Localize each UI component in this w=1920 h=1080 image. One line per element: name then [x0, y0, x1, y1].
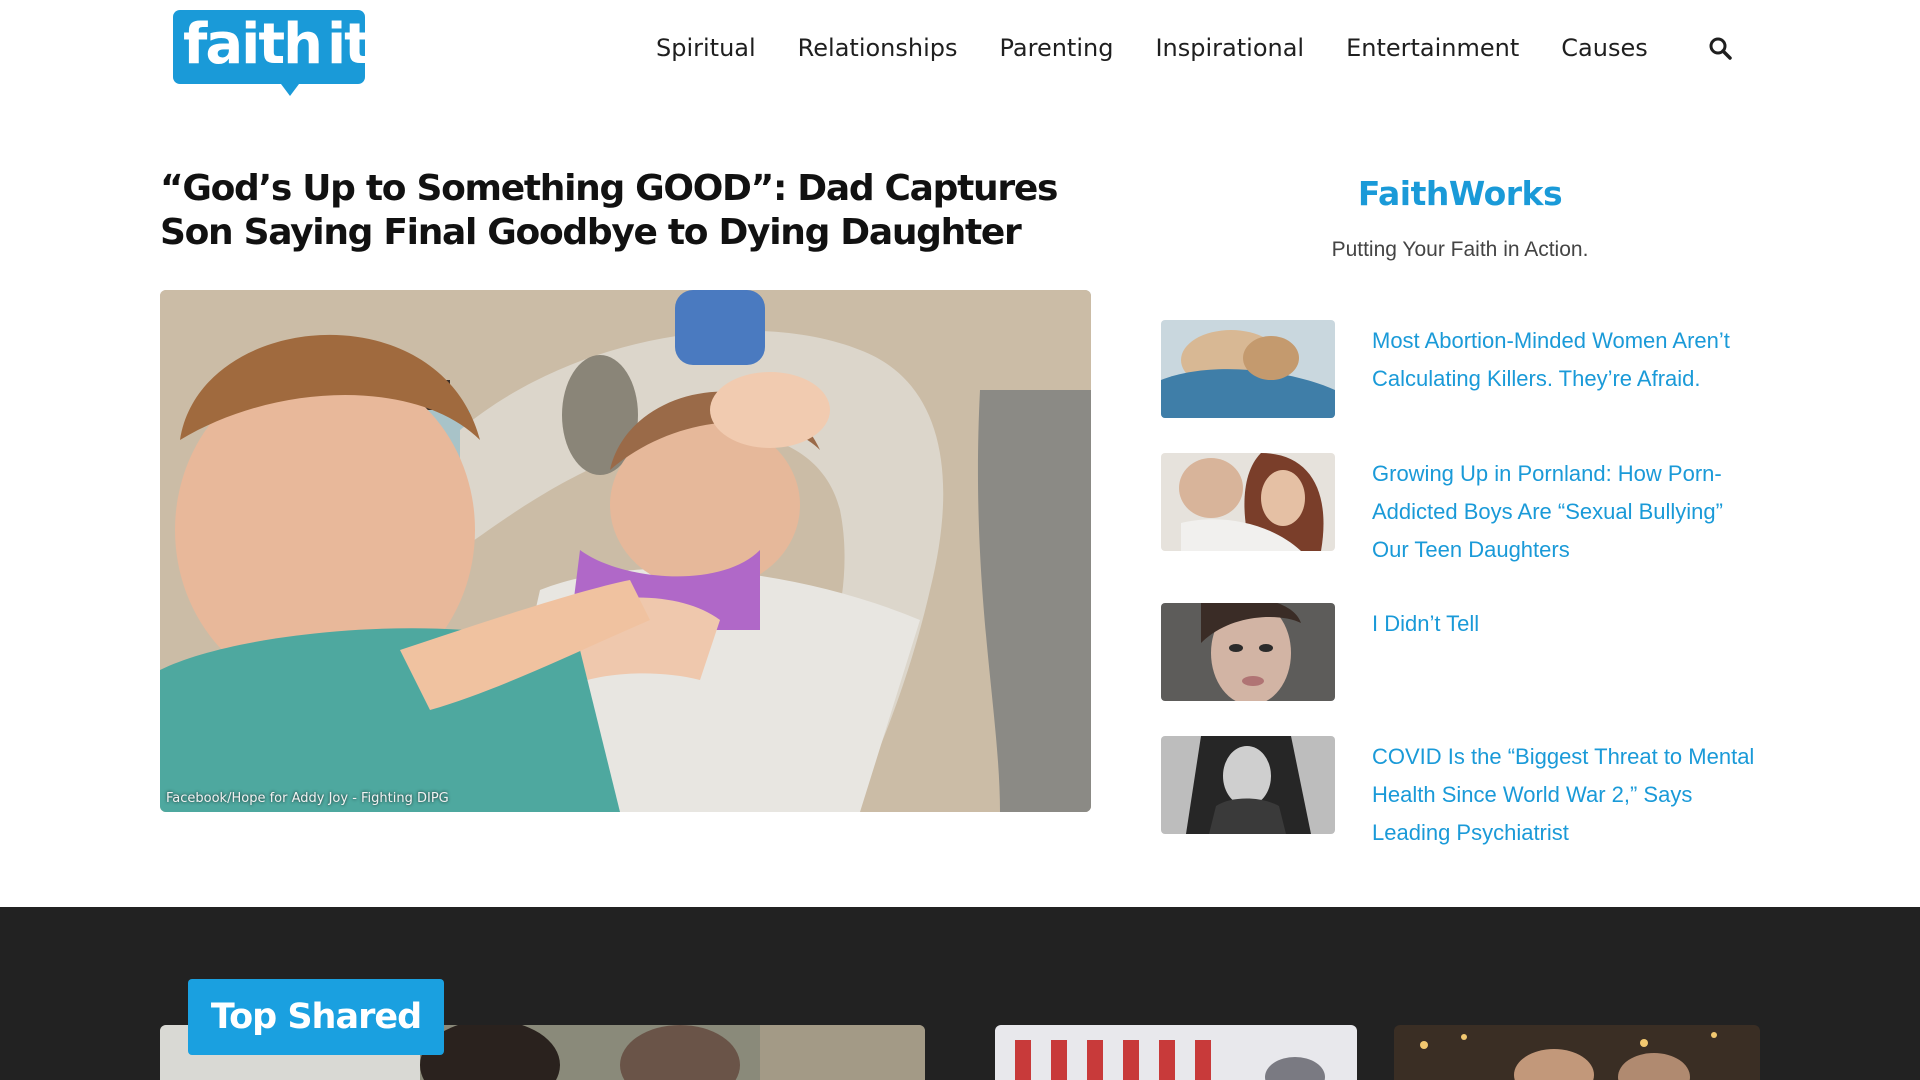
sidebar-article-link[interactable]: I Didn’t Tell	[1372, 605, 1762, 643]
nav-spiritual[interactable]: Spiritual	[656, 34, 756, 62]
nav-causes[interactable]: Causes	[1561, 34, 1647, 62]
sidebar-article-link[interactable]: COVID Is the “Biggest Threat to Mental H…	[1372, 738, 1762, 852]
top-shared-card[interactable]	[995, 1025, 1357, 1080]
top-shared-badge: Top Shared	[188, 979, 444, 1055]
top-shared-label: Top Shared	[210, 997, 422, 1037]
sidebar-article-thumbnail[interactable]	[1161, 453, 1335, 551]
main-nav: Spiritual Relationships Parenting Inspir…	[656, 30, 1690, 66]
sidebar-article-thumbnail[interactable]	[1161, 736, 1335, 834]
nav-inspirational[interactable]: Inspirational	[1155, 34, 1304, 62]
logo-bubble-tail	[278, 80, 302, 96]
nav-parenting[interactable]: Parenting	[1000, 34, 1114, 62]
sidebar-article-thumbnail[interactable]	[1161, 603, 1335, 701]
sidebar-article-link[interactable]: Most Abortion-Minded Women Aren’t Calcul…	[1372, 322, 1762, 398]
article-title[interactable]: “God’s Up to Something GOOD”: Dad Captur…	[160, 167, 1080, 255]
image-credit: Facebook/Hope for Addy Joy - Fighting DI…	[166, 791, 449, 806]
faithit-logo[interactable]: faith it	[173, 10, 371, 96]
search-icon[interactable]	[1708, 36, 1732, 60]
nav-relationships[interactable]: Relationships	[798, 34, 958, 62]
logo-text: faith it	[183, 12, 371, 77]
hero-photo-illustration	[160, 290, 1091, 812]
sidebar-article-link[interactable]: Growing Up in Pornland: How Porn-Addicte…	[1372, 455, 1762, 569]
sidebar-article-thumbnail[interactable]	[1161, 320, 1335, 418]
top-shared-card[interactable]	[1394, 1025, 1760, 1080]
site-header: faith it Spiritual Relationships Parentin…	[0, 0, 1920, 110]
faithworks-title[interactable]: FaithWorks	[1260, 174, 1660, 213]
faithworks-subtitle: Putting Your Faith in Action.	[1331, 238, 1589, 261]
nav-entertainment[interactable]: Entertainment	[1346, 34, 1519, 62]
article-hero-image[interactable]: Facebook/Hope for Addy Joy - Fighting DI…	[160, 290, 1091, 812]
